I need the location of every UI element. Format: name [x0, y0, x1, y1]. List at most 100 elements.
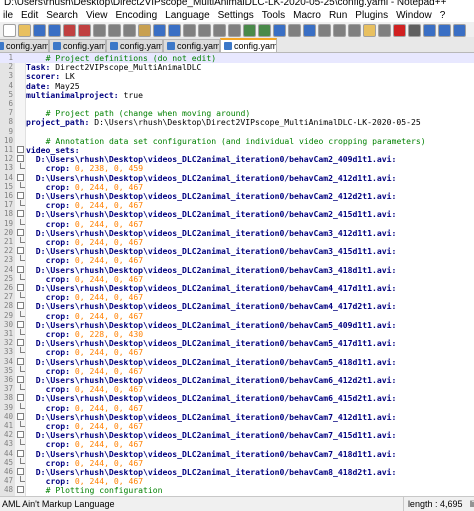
tab-bar: config.yaml×config.yaml×config.yaml×conf… [0, 37, 474, 53]
tab-config-yaml-2[interactable]: config.yaml× [49, 39, 106, 52]
save-icon[interactable] [33, 24, 46, 37]
fold-toggle-icon[interactable] [17, 265, 24, 273]
lang-icon[interactable] [318, 24, 331, 37]
cut-icon[interactable] [108, 24, 121, 37]
file-icon [110, 42, 118, 50]
status-bar: AML Ain't Markup Language length : 4,695… [0, 496, 474, 511]
file-icon [167, 42, 175, 50]
tab-label: config.yaml [234, 41, 277, 51]
fold-end-icon [20, 421, 25, 427]
menu-item-edit[interactable]: Edit [18, 10, 43, 22]
doc-map-icon[interactable] [333, 24, 346, 37]
fold-toggle-icon[interactable] [17, 192, 24, 199]
tab-label: config.yaml [120, 41, 163, 51]
file-icon [224, 42, 232, 50]
monitor-icon[interactable] [378, 24, 391, 37]
play-macro-icon[interactable] [423, 24, 436, 37]
fold-end-icon [20, 163, 25, 170]
open-file-icon[interactable] [18, 24, 31, 37]
tab-config-yaml-3[interactable]: config.yaml× [106, 39, 163, 52]
new-file-icon[interactable] [3, 24, 16, 37]
fold-end-icon [20, 237, 25, 243]
fold-toggle-icon[interactable] [17, 431, 24, 439]
menu-item-encoding[interactable]: Encoding [112, 10, 162, 22]
fold-toggle-icon[interactable] [17, 486, 24, 494]
editor[interactable]: 1 # Project definitions (do not edit) 2 Tas… [0, 53, 474, 496]
menu-item-macro[interactable]: Macro [290, 10, 326, 22]
stop-macro-icon[interactable] [408, 24, 421, 37]
print-icon[interactable] [93, 24, 106, 37]
fold-toggle-icon[interactable] [17, 376, 24, 383]
fold-toggle-icon[interactable] [17, 173, 24, 181]
tab-config-yaml-1[interactable]: config.yaml× [0, 39, 49, 52]
tab-label: config.yaml [63, 41, 106, 51]
fold-toggle-icon[interactable] [17, 394, 24, 402]
menu-item-ile[interactable]: ile [0, 10, 18, 22]
close-all-icon[interactable] [78, 24, 91, 37]
fold-end-icon [20, 255, 25, 262]
close-icon[interactable] [63, 24, 76, 37]
menu-item-[interactable]: ? [437, 10, 451, 22]
replace-icon[interactable] [198, 24, 211, 37]
fold-end-icon [20, 365, 25, 372]
folder-workspace-icon[interactable] [363, 24, 376, 37]
fold-toggle-icon[interactable] [17, 247, 24, 255]
code-line[interactable]: 48 # Plotting configuration [0, 485, 474, 495]
word-wrap-icon[interactable] [273, 24, 286, 37]
menu-item-search[interactable]: Search [43, 10, 83, 22]
copy-icon[interactable] [123, 24, 136, 37]
menu-item-view[interactable]: View [83, 10, 113, 22]
zoom-in-icon[interactable] [213, 24, 226, 37]
fold-toggle-icon[interactable] [17, 412, 24, 420]
func-list-icon[interactable] [348, 24, 361, 37]
run-macro-icon[interactable] [438, 24, 451, 37]
redo-icon[interactable] [168, 24, 181, 37]
find-icon[interactable] [183, 24, 196, 37]
fold-toggle-icon[interactable] [17, 284, 24, 291]
fold-toggle-icon[interactable] [17, 449, 24, 457]
menu-item-run[interactable]: Run [326, 10, 352, 22]
tab-label: config.yaml [6, 41, 49, 51]
fold-end-icon [20, 402, 25, 409]
record-macro-icon[interactable] [393, 24, 406, 37]
fold-toggle-icon[interactable] [17, 302, 24, 310]
paste-icon[interactable] [138, 24, 151, 37]
sync-v-icon[interactable] [243, 24, 256, 37]
fold-end-icon [20, 200, 25, 207]
fold-toggle-icon[interactable] [17, 210, 24, 218]
show-all-icon[interactable] [288, 24, 301, 37]
fold-toggle-icon[interactable] [17, 357, 24, 365]
undo-icon[interactable] [153, 24, 166, 37]
menu-item-tools[interactable]: Tools [259, 10, 290, 22]
fold-end-icon [20, 181, 25, 188]
menu-item-window[interactable]: Window [393, 10, 437, 22]
fold-end-icon [20, 476, 25, 483]
tab-label: config.yaml [177, 41, 220, 51]
menu-item-settings[interactable]: Settings [215, 10, 259, 22]
fold-toggle-icon[interactable] [17, 468, 24, 475]
sync-h-icon[interactable] [258, 24, 271, 37]
save-macro-icon[interactable] [453, 24, 466, 37]
tab-config-yaml-4[interactable]: config.yaml× [163, 39, 220, 52]
fold-toggle-icon[interactable] [17, 146, 24, 153]
menu-bar: ile Edit Search View Encoding Language Setting… [0, 10, 474, 22]
fold-end-icon [20, 439, 25, 446]
zoom-out-icon[interactable] [228, 24, 241, 37]
toolbar [0, 22, 474, 38]
fold-toggle-icon[interactable] [17, 228, 24, 236]
file-icon [53, 42, 61, 50]
yaml-comment: # Plotting configuration [45, 485, 163, 496]
menu-item-language[interactable]: Language [162, 10, 215, 22]
title-bar: D:\Users\rhush\Desktop\Direct2VIPscope_M… [0, 0, 474, 10]
line-number: 48 [3, 485, 13, 495]
indent-guide-icon[interactable] [303, 24, 316, 37]
status-language: AML Ain't Markup Language [2, 499, 115, 509]
fold-end-icon [20, 310, 25, 317]
fold-toggle-icon[interactable] [17, 339, 24, 347]
menu-item-plugins[interactable]: Plugins [352, 10, 393, 22]
fold-end-icon [20, 292, 25, 299]
tab-config-yaml-5[interactable]: config.yaml [220, 38, 277, 52]
fold-toggle-icon[interactable] [17, 320, 24, 328]
save-all-icon[interactable] [48, 24, 61, 37]
fold-toggle-icon[interactable] [17, 155, 24, 163]
